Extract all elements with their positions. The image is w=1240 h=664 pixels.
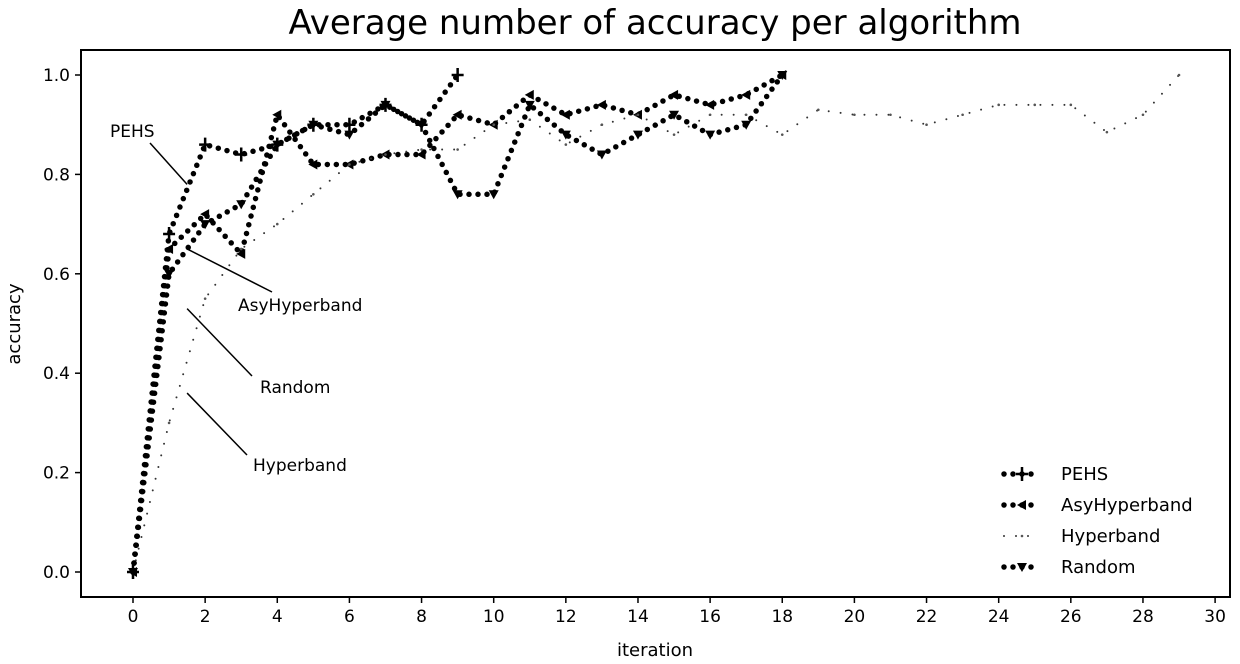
annotation-arrow (186, 392, 248, 456)
data-point-pehs (163, 227, 176, 242)
data-point-hyperband (780, 133, 784, 136)
annotation-label: PEHS (110, 122, 155, 142)
x-tick-label: 20 (844, 607, 866, 627)
data-point-pehs (451, 68, 464, 82)
data-point-hyperband (853, 113, 856, 117)
annotation-label: Hyperband (253, 456, 347, 476)
data-point-hyperband (239, 247, 243, 251)
x-axis-label: iteration (617, 640, 693, 661)
annotation-label: Random (260, 378, 330, 398)
data-point-hyperband (1141, 113, 1145, 117)
x-tick-label: 8 (416, 607, 427, 627)
legend-label: PEHS (1061, 464, 1108, 485)
data-point-hyperband (961, 113, 964, 117)
data-point-hyperband (167, 421, 171, 425)
legend-marker-hyperband (1020, 534, 1024, 538)
data-point-hyperband (1105, 130, 1109, 134)
data-point-hyperband (1033, 103, 1037, 107)
data-point-hyperband (708, 113, 712, 117)
annotation-arrow (186, 248, 273, 293)
x-tick-label: 30 (1204, 607, 1226, 627)
series-line-pehs (130, 72, 461, 575)
y-tick-label: 0.2 (43, 464, 70, 484)
data-point-asyhyperband (596, 99, 606, 110)
line-chart: Average number of accuracy per algorithm… (4, 3, 1231, 661)
data-point-asyhyperband (741, 89, 751, 100)
series-random (128, 71, 788, 577)
data-point-hyperband (925, 123, 928, 126)
chart-title: Average number of accuracy per algorithm (288, 3, 1021, 43)
legend-marker-random (1017, 563, 1027, 572)
y-tick-label: 0.6 (43, 265, 70, 285)
y-axis-label: accuracy (4, 283, 25, 365)
data-point-hyperband (744, 113, 748, 117)
data-point-hyperband (1177, 73, 1181, 77)
data-point-hyperband (997, 103, 1000, 107)
x-tick-label: 6 (344, 607, 355, 627)
x-tick-label: 28 (1132, 607, 1154, 627)
legend-label: Hyperband (1061, 526, 1160, 547)
data-point-hyperband (456, 148, 459, 151)
data-point-hyperband (817, 108, 820, 112)
data-point-hyperband (312, 192, 315, 196)
data-point-hyperband (636, 113, 640, 117)
data-point-hyperband (492, 123, 496, 126)
data-point-hyperband (1069, 103, 1073, 107)
x-tick-label: 4 (272, 607, 283, 627)
data-point-hyperband (384, 153, 387, 156)
x-axis: 0 2 4 6 8 10 12 14 16 18 20 22 24 26 28 30 (128, 597, 1226, 627)
x-tick-label: 24 (988, 607, 1010, 627)
series-hyperband (131, 73, 1181, 574)
y-tick-label: 1.0 (43, 66, 70, 86)
data-point-hyperband (275, 222, 279, 226)
series-asyhyperband (128, 70, 787, 577)
legend-label: Random (1061, 557, 1136, 578)
x-tick-label: 22 (916, 607, 938, 627)
x-tick-label: 16 (699, 607, 721, 627)
legend-item-pehs: PEHS (1001, 464, 1108, 485)
data-point-hyperband (672, 133, 676, 136)
legend-marker-pehs (1016, 467, 1028, 481)
annotation-label: AsyHyperband (238, 296, 362, 316)
x-tick-label: 14 (627, 607, 649, 627)
data-point-hyperband (600, 123, 604, 126)
legend-item-asyhyperband: AsyHyperband (1001, 495, 1193, 516)
data-point-hyperband (420, 148, 423, 151)
y-tick-label: 0.8 (43, 165, 70, 185)
data-point-random (488, 190, 499, 200)
legend-marker-asyhyperband (1017, 500, 1026, 510)
legend-item-random: Random (1001, 557, 1136, 578)
annotations: PEHS AsyHyperband Random Hyperband (110, 122, 362, 476)
legend-item-hyperband: Hyperband (1003, 526, 1160, 547)
y-tick-label: 0.0 (43, 563, 70, 583)
x-tick-label: 10 (483, 607, 505, 627)
annotation-arrow (149, 142, 188, 185)
x-tick-label: 2 (200, 607, 211, 627)
data-point-pehs (235, 147, 248, 162)
x-tick-label: 26 (1060, 607, 1082, 627)
x-tick-label: 18 (771, 607, 793, 627)
data-point-random (705, 130, 716, 140)
plot-frame (80, 49, 1231, 598)
y-tick-label: 0.4 (43, 364, 70, 384)
data-point-asyhyperband (524, 89, 534, 100)
data-point-hyperband (348, 163, 351, 166)
x-tick-label: 0 (128, 607, 139, 627)
data-point-hyperband (564, 143, 568, 146)
annotation-arrow (186, 308, 253, 377)
legend: PEHS AsyHyperband Hyperband Random (1001, 464, 1193, 578)
data-point-hyperband (889, 113, 892, 117)
series-line-hyperband (132, 74, 1181, 573)
series-pehs (127, 68, 464, 579)
data-point-asyhyperband (416, 149, 426, 160)
y-axis: 0.0 0.2 0.4 0.6 0.8 1.0 (43, 66, 81, 583)
data-point-hyperband (203, 297, 207, 300)
data-point-hyperband (528, 118, 532, 122)
x-tick-label: 12 (555, 607, 577, 627)
legend-label: AsyHyperband (1061, 495, 1193, 516)
